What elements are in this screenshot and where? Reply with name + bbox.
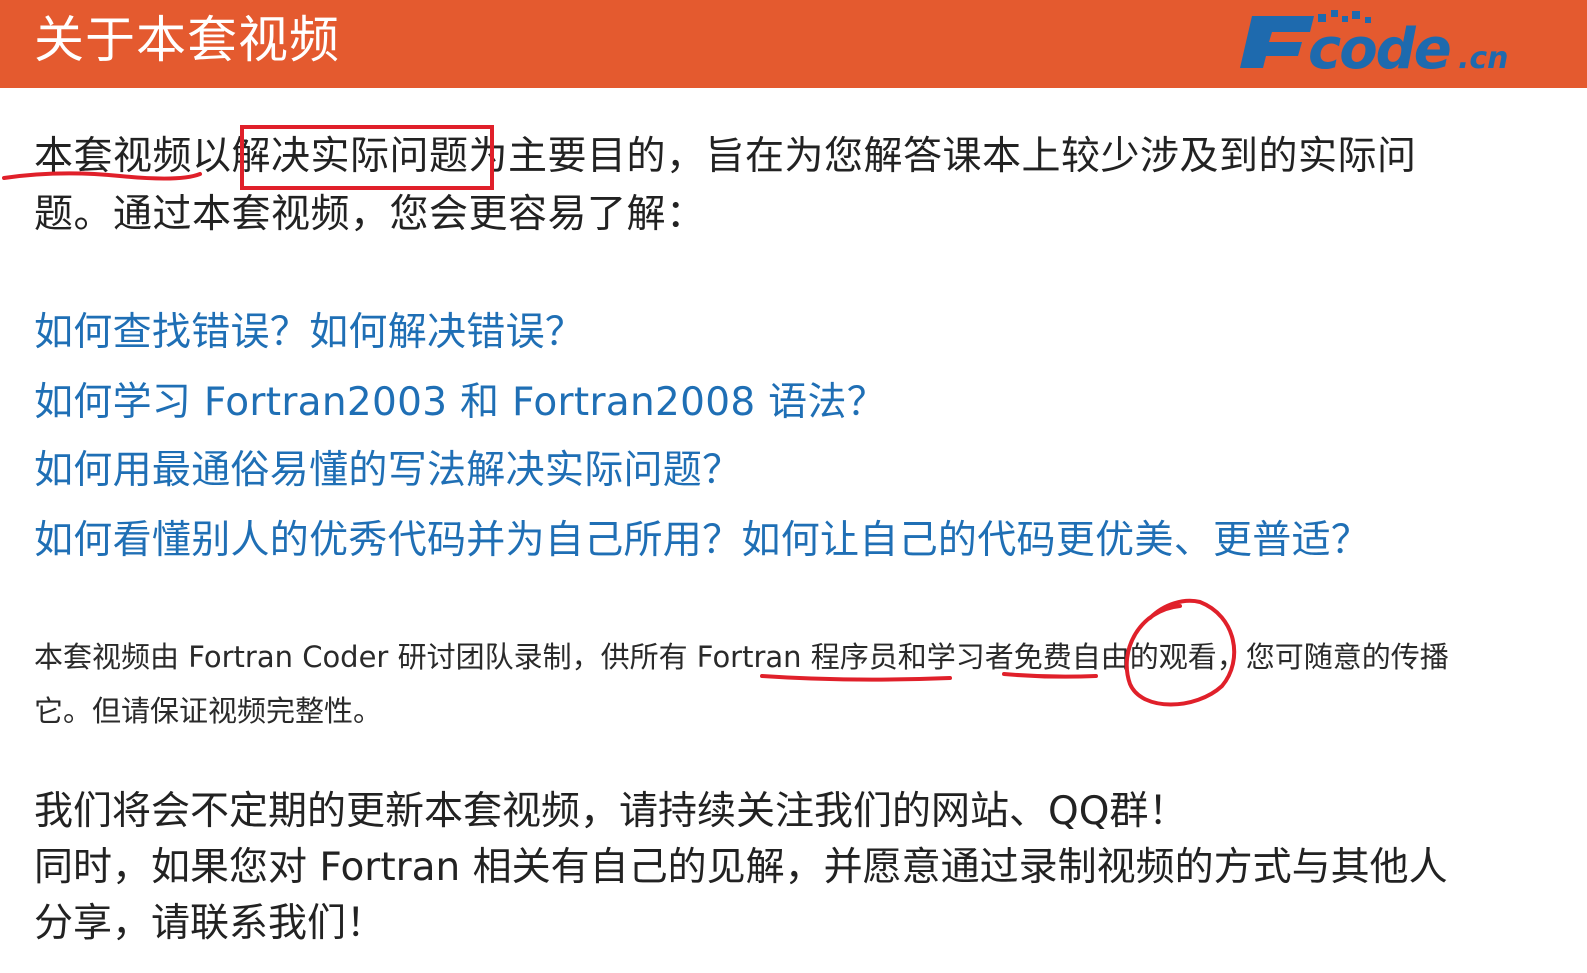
closing-paragraph: 我们将会不定期的更新本套视频，请持续关注我们的网站、QQ群！ 同时，如果您对 F… — [34, 784, 1474, 952]
intro-paragraph: 本套视频以解决实际问题为主要目的，旨在为您解答课本上较少涉及到的实际问题。通过本… — [34, 134, 1417, 237]
closing-line: 同时，如果您对 Fortran 相关有自己的见解，并愿意通过录制视频的方式与其他… — [34, 845, 1448, 946]
question-item: 如何查找错误？如何解决错误？ — [34, 310, 585, 355]
closing-line: 我们将会不定期的更新本套视频，请持续关注我们的网站、QQ群！ — [34, 789, 1188, 834]
notice-paragraph: 本套视频由 Fortran Coder 研讨团队录制，供所有 Fortran 程… — [34, 640, 1449, 728]
question-item: 如何学习 Fortran2003 和 Fortran2008 语法？ — [34, 380, 887, 425]
slide-content: 本套视频以解决实际问题为主要目的，旨在为您解答课本上较少涉及到的实际问题。通过本… — [0, 0, 1587, 973]
question-item: 如何看懂别人的优秀代码并为自己所用？如何让自己的代码更优美、更普适？ — [34, 518, 1371, 563]
question-item: 如何用最通俗易懂的写法解决实际问题？ — [34, 448, 742, 493]
